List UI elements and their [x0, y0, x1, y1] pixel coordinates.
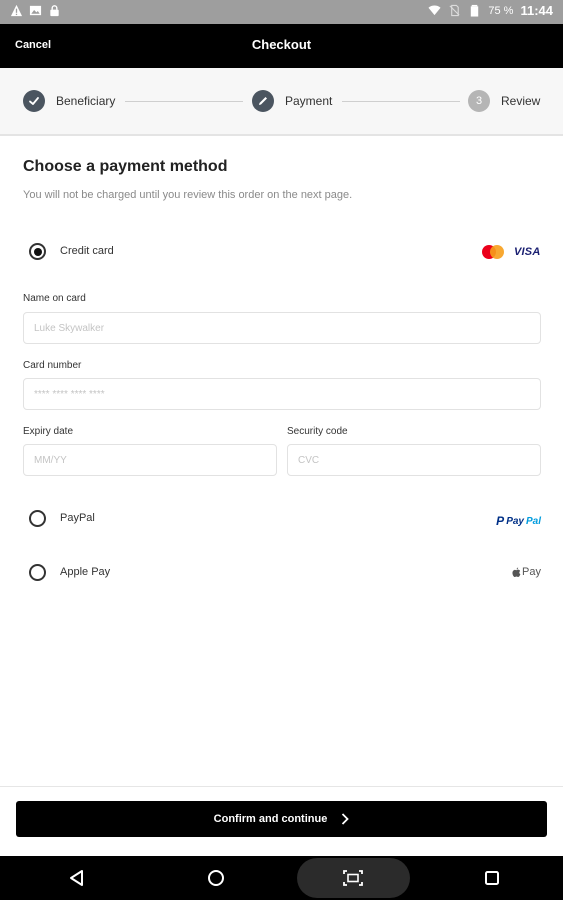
status-left-icons	[10, 4, 61, 17]
step-label: Beneficiary	[56, 94, 116, 108]
step-number: 3	[468, 90, 490, 112]
step-label: Payment	[285, 94, 333, 108]
checkout-screen: 75 % 11:44 Cancel Checkout Beneficiary P…	[0, 0, 563, 900]
checkout-stepper: Beneficiary Payment 3 Review	[0, 68, 563, 136]
payment-option-paypal[interactable]: PayPal	[0, 504, 563, 534]
recents-button[interactable]	[480, 866, 504, 890]
wifi-icon	[428, 5, 441, 16]
pencil-icon	[252, 90, 274, 112]
payment-option-credit-card[interactable]: Credit card	[0, 237, 563, 267]
chevron-right-icon	[342, 813, 350, 825]
security-code-input[interactable]	[287, 444, 541, 476]
status-right-icons: 75 % 11:44	[428, 3, 553, 18]
paypal-logo: P Pay Pal	[496, 514, 541, 528]
app-header: Cancel Checkout	[0, 24, 563, 68]
section-subtitle: You will not be charged until you review…	[23, 189, 353, 201]
warning-icon	[10, 4, 23, 17]
paypal-radio[interactable]	[29, 510, 46, 527]
back-button[interactable]	[65, 866, 89, 890]
confirm-and-continue-button[interactable]: Confirm and continue	[16, 801, 547, 837]
step-label: Review	[501, 94, 541, 108]
section-title: Choose a payment method	[23, 158, 228, 175]
home-button[interactable]	[204, 866, 228, 890]
screenshot-button[interactable]	[297, 858, 410, 898]
security-code-label: Security code	[287, 426, 348, 437]
back-triangle-icon	[70, 870, 83, 886]
credit-card-radio[interactable]	[29, 243, 46, 260]
confirm-button-label: Confirm and continue	[213, 813, 328, 825]
payment-option-label: PayPal	[60, 512, 95, 524]
step-connector	[125, 101, 243, 102]
no-sim-icon	[449, 4, 460, 17]
step-review[interactable]: 3 Review	[468, 90, 540, 112]
paypal-logo-text-b: Pal	[525, 515, 541, 527]
image-icon	[29, 5, 42, 16]
card-number-label: Card number	[23, 360, 82, 371]
screenshot-icon	[343, 870, 363, 886]
home-circle-icon	[208, 870, 224, 886]
payment-option-label: Apple Pay	[60, 566, 111, 578]
step-connector	[342, 101, 460, 102]
check-icon	[23, 90, 45, 112]
expiry-date-label: Expiry date	[23, 426, 74, 437]
page-title: Checkout	[251, 37, 312, 52]
expiry-date-input[interactable]	[23, 444, 277, 476]
footer-divider	[0, 786, 563, 787]
paypal-icon: P	[496, 514, 505, 528]
paypal-logo-text-a: Pay	[506, 515, 524, 527]
battery-icon	[471, 4, 479, 17]
status-bar: 75 % 11:44	[0, 0, 563, 24]
card-number-input[interactable]	[23, 378, 541, 410]
clock: 11:44	[520, 3, 553, 18]
apple-pay-logo: Pay	[512, 566, 541, 578]
payment-option-apple-pay[interactable]: Apple Pay	[0, 558, 563, 588]
payment-option-label: Credit card	[60, 245, 114, 257]
apple-icon	[512, 567, 521, 577]
step-beneficiary[interactable]: Beneficiary	[23, 90, 115, 112]
system-navigation-bar	[0, 856, 563, 900]
mastercard-icon	[482, 245, 504, 259]
name-on-card-label: Name on card	[23, 293, 86, 304]
lock-icon	[50, 5, 59, 17]
visa-icon: VISA	[514, 246, 541, 258]
apple-pay-radio[interactable]	[29, 564, 46, 581]
recents-square-icon	[485, 871, 499, 885]
step-payment[interactable]: Payment	[252, 90, 332, 112]
mastercard-orange-circle	[490, 245, 504, 259]
battery-percent: 75 %	[488, 4, 514, 17]
apple-pay-logo-text: Pay	[522, 566, 541, 578]
name-on-card-input[interactable]	[23, 312, 541, 344]
